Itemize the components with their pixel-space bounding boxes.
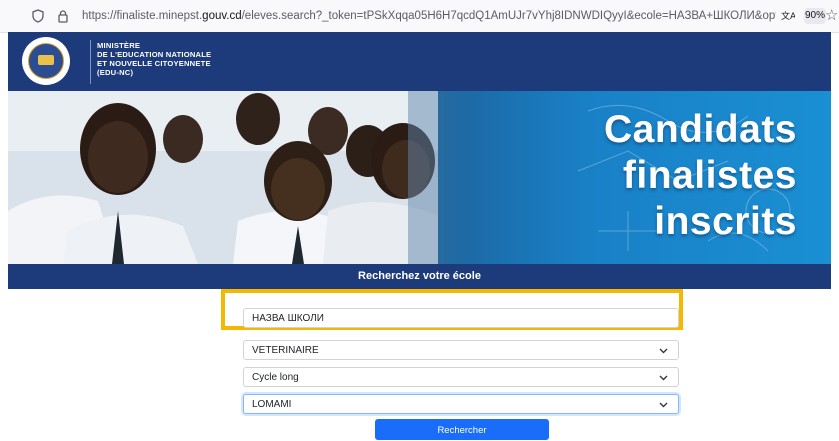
zoom-level[interactable]: 90% [804, 8, 826, 24]
option-select[interactable]: VETERINAIRE [243, 340, 679, 360]
translate-icon[interactable]: 文A [781, 9, 795, 23]
divider [90, 40, 91, 84]
svg-text:文A: 文A [781, 10, 795, 22]
students-photo [8, 91, 438, 264]
address-bar[interactable]: https://finaliste.minepst.gouv.cd/eleves… [82, 9, 776, 23]
ministry-name: MINISTÈRE DE L'EDUCATION NATIONALE ET NO… [97, 41, 212, 77]
school-name-value: НАЗВА ШКОЛИ [252, 313, 324, 324]
bookmark-star-icon[interactable]: ☆ [825, 6, 839, 24]
search-heading: Recherchez votre école [8, 264, 831, 289]
ministry-logo[interactable] [22, 37, 70, 85]
chevron-down-icon [659, 375, 668, 381]
tracking-protection-icon[interactable] [31, 9, 45, 23]
search-button[interactable]: Rechercher [375, 419, 549, 440]
province-select[interactable]: LOMAMI [243, 394, 679, 414]
cycle-value: Cycle long [252, 372, 299, 383]
chevron-down-icon [659, 402, 668, 408]
hero-title: Candidats finalistes inscrits [603, 108, 797, 243]
cycle-select[interactable]: Cycle long [243, 367, 679, 387]
option-value: VETERINAIRE [252, 345, 319, 356]
lock-icon[interactable] [56, 9, 70, 23]
browser-toolbar: https://finaliste.minepst.gouv.cd/eleves… [0, 0, 839, 33]
ministry-header: MINISTÈRE DE L'EDUCATION NATIONALE ET NO… [8, 32, 831, 91]
chevron-down-icon [659, 348, 668, 354]
hero-banner: Candidats finalistes inscrits [8, 91, 831, 264]
province-value: LOMAMI [252, 399, 292, 410]
school-name-input[interactable]: НАЗВА ШКОЛИ [243, 308, 679, 328]
